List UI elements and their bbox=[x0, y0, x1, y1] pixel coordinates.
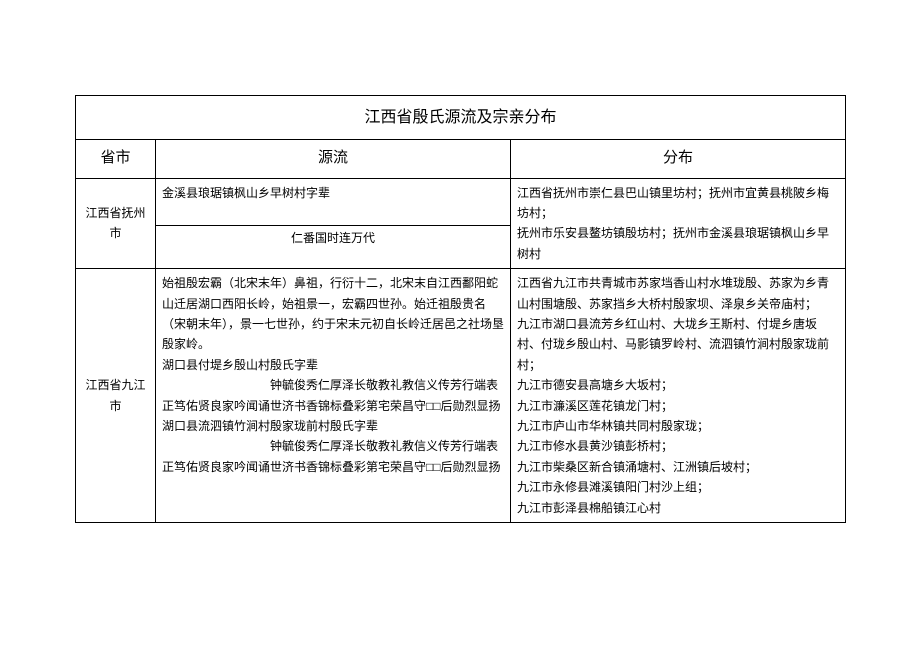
distribution-cell: 江西省抚州市崇仁县巴山镇里坊村；抚州市宜黄县桃陂乡梅坊村；抚州市乐安县鳌坊镇殷坊… bbox=[511, 178, 846, 269]
genealogy-table: 江西省殷氏源流及宗亲分布 省市 源流 分布 江西省抚州市 金溪县琅琚镇枫山乡早树… bbox=[75, 95, 846, 523]
header-distribution: 分布 bbox=[511, 140, 846, 179]
header-province: 省市 bbox=[76, 140, 156, 179]
table-title: 江西省殷氏源流及宗亲分布 bbox=[76, 96, 846, 140]
province-cell: 江西省九江市 bbox=[76, 269, 156, 523]
title-row: 江西省殷氏源流及宗亲分布 bbox=[76, 96, 846, 140]
table-row: 江西省九江市 始祖殷宏霸（北宋末年）鼻祖，行衍十二，北宋末自江西鄱阳蛇山迁居湖口… bbox=[76, 269, 846, 523]
source-line1: 金溪县琅琚镇枫山乡早树村字辈 bbox=[156, 178, 511, 225]
header-source: 源流 bbox=[156, 140, 511, 179]
source-cell: 始祖殷宏霸（北宋末年）鼻祖，行衍十二，北宋末自江西鄱阳蛇山迁居湖口西阳长岭，始祖… bbox=[156, 269, 511, 523]
distribution-cell: 江西省九江市共青城市苏家垱香山村水堆珑殷、苏家为乡青山村围塘殷、苏家挡乡大桥村殷… bbox=[511, 269, 846, 523]
table-row: 江西省抚州市 金溪县琅琚镇枫山乡早树村字辈 江西省抚州市崇仁县巴山镇里坊村；抚州… bbox=[76, 178, 846, 225]
source-line2: 仁番国时连万代 bbox=[156, 225, 511, 269]
header-row: 省市 源流 分布 bbox=[76, 140, 846, 179]
province-cell: 江西省抚州市 bbox=[76, 178, 156, 269]
